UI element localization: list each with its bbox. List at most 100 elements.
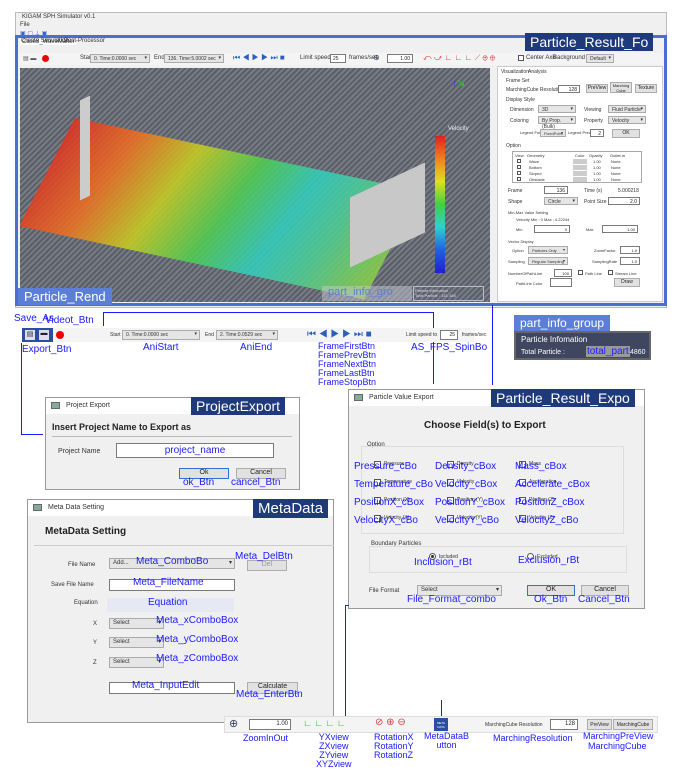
viewing-combo[interactable]: Fluid Particle [608,105,646,113]
main-toolbar: ▤ ▬ Start 0. Time:0.0000 sec End 136. Ti… [18,53,663,65]
tab-post-processor[interactable]: Post-Processor [64,38,105,44]
frame-spin[interactable]: 136 [544,186,568,194]
opacity-value[interactable]: 1.00 [593,171,601,176]
sampling-label: Sampling [508,259,525,264]
fps-spinbox[interactable]: 25 [440,330,458,340]
color-swatch[interactable] [573,171,587,176]
view-checkbox[interactable] [517,171,521,175]
min-input[interactable]: 0 [534,225,570,233]
coloring-label: Coloring [510,118,529,124]
table-header: Outlet.m [610,153,626,158]
save-file-name-label: Save File Name [51,582,94,588]
x-label: X [93,621,98,627]
pathline-color-swatch[interactable] [550,278,572,287]
marching-cube-button[interactable]: Marching Cube [610,82,632,93]
mc-res-input[interactable]: 128 [558,85,580,93]
center-axis-checkbox[interactable] [518,55,524,61]
view-checkbox[interactable] [517,177,521,181]
preview-button[interactable]: PreView [586,84,608,93]
metadata-button[interactable]: META DATA [434,718,448,731]
end-combo[interactable]: 136. Time:5.0002 sec [164,54,224,63]
color-swatch[interactable] [573,177,587,182]
annotation-meta-x: Meta_xComboBox [156,615,239,626]
annotation-particle-rend: Particle_Rend [18,288,112,305]
pathline-checkbox[interactable] [578,270,583,275]
zoom-in-out-icon[interactable]: ⊕ [229,717,238,730]
annotation-checkbox: Velocity_cBox [435,479,498,490]
opacity-value[interactable]: 1.00 [593,165,601,170]
bg-combo[interactable]: Default [586,54,614,63]
coloring-combo[interactable]: By Prop. (Bulk) [538,116,576,130]
rotation-icons[interactable]: ⊘ ⊕ ⊖ [375,717,406,728]
annotation-exclusion: Exclusion_rBt [518,555,580,566]
outlet-combo[interactable]: None [611,165,621,170]
window-title: KIGAM SPH Simulator v0.1 [22,14,96,20]
tab-analysis[interactable]: Analysis [528,69,547,75]
outlet-combo[interactable]: None [611,177,621,182]
view-axis-icons[interactable]: ∟ ∟ ∟ ∟ [303,718,346,728]
view-icons[interactable]: ⤺ ⤻ ∟ ∟ ∟ ⟋ ⊕ ⊕ [423,53,495,63]
annotation-checkbox: Temperature_cBo [354,479,433,490]
ani-end-combo[interactable]: 2. Time:0.0529 sec [216,330,278,340]
draw-button[interactable]: Draw [614,278,640,287]
marching-cube-button[interactable]: MarchingCube [613,719,653,730]
sampling-rate-input[interactable]: 1.0 [620,257,640,265]
frame-label: Frame [508,188,523,194]
legend-precision-spin[interactable]: 2 [590,129,604,137]
vector-option-combo[interactable]: Particles Only [528,246,568,254]
annotation-checkbox: VelocityY_cBo [435,515,499,526]
ani-start-combo[interactable]: 0. Time:0.0000 sec [122,330,200,340]
opacity-value[interactable]: 1.00 [593,177,601,182]
playback-buttons[interactable]: ⏮ ◀ ▶ ▶ ⏭ ■ [233,53,285,63]
outlet-combo[interactable]: None [611,171,621,176]
geometry-name: Wave [529,159,540,164]
zoom-icon[interactable]: ⊕ [373,53,380,62]
table-row[interactable]: Obstacle 1.00 None [513,177,641,183]
part-info-overlay-value: 141,168 [441,293,456,298]
streamline-checkbox[interactable] [608,270,613,275]
annotation-total-part: total_part [586,346,630,357]
sampling-combo[interactable]: Regular Sampling [528,257,568,265]
wave-maker-wall [80,95,90,201]
tab-create-simulation[interactable]: Create Simulation [21,38,69,44]
opacity-value[interactable]: 1.00 [593,159,601,164]
point-size-label: Point Size [584,199,607,205]
min-label: Min [516,227,523,232]
view-checkbox[interactable] [517,165,521,169]
annotation-cancel: Cancel_Btn [578,594,630,605]
shape-label: Shape [508,199,523,205]
video-record-button[interactable] [56,331,64,339]
fps-spin[interactable]: 25 [330,54,346,63]
zoom-input[interactable]: 1.00 [249,719,291,730]
shape-combo[interactable]: Circle [544,197,578,205]
zoom-input[interactable]: 1.00 [387,54,413,63]
annotation-checkbox: Mass_cBox [515,461,567,472]
mc-res-spin[interactable]: 128 [550,719,578,730]
max-input[interactable]: 1.00 [602,225,638,233]
save-icon[interactable]: ▤ ▬ [23,55,36,62]
annotation-meta-input: Meta_InputEdit [132,680,200,691]
marching-preview-button[interactable]: PreView [587,719,612,730]
texture-button[interactable]: Texture [635,84,657,93]
pathline-num-input[interactable]: 100 [554,269,572,277]
legend-format-combo[interactable]: FixedPoint [540,129,566,137]
legend-ok-button[interactable]: OK [612,129,640,138]
color-swatch[interactable] [573,159,587,164]
project-name-input[interactable]: project_name [116,443,274,458]
dialog-heading: Insert Project Name to Export as [52,422,192,432]
dimension-combo[interactable]: 3D [538,105,576,113]
color-swatch[interactable] [573,165,587,170]
start-combo[interactable]: 0. Time:0.0000 sec [90,54,150,63]
menu-file[interactable]: File [20,22,30,28]
view-checkbox[interactable] [517,159,521,163]
record-icon[interactable] [42,55,49,62]
zoom-factor-input[interactable]: 1.0 [620,246,640,254]
save-as-button[interactable]: ▤ [25,330,35,340]
export-button[interactable]: ▬ [39,330,49,340]
point-size-spin[interactable]: 2.0 [608,197,640,205]
tab-visualization[interactable]: Visualization [501,69,529,75]
particle-render-view[interactable]: ↑↘ Velocity Particle Infomation Total Pa… [20,68,490,302]
outlet-combo[interactable]: None [611,159,621,164]
property-combo[interactable]: Velocity [608,116,646,124]
frame-buttons[interactable]: ⏮ ◀ ▶ ▶ ⏭ ■ [307,329,372,340]
